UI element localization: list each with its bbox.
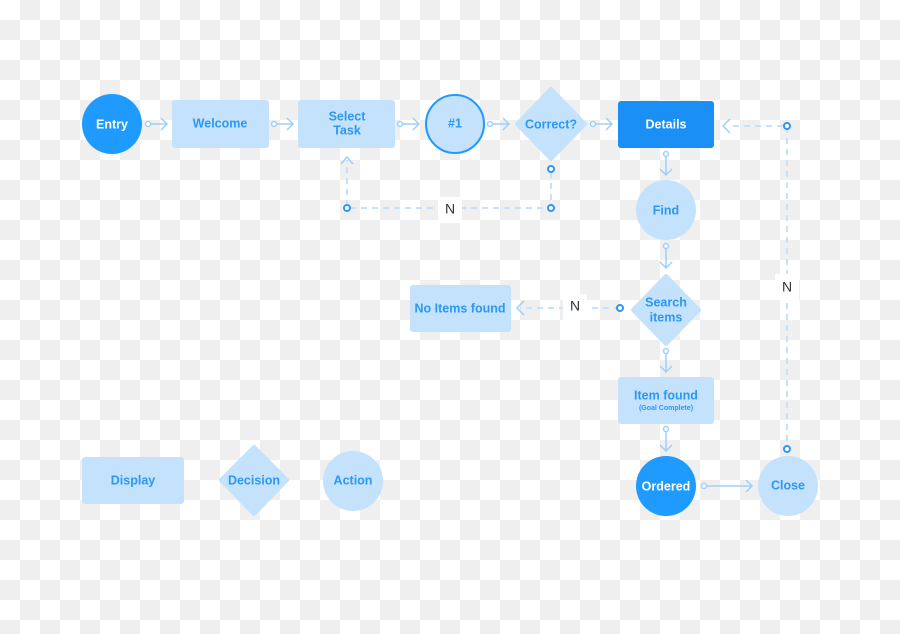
connector-correct-no: N xyxy=(340,155,555,223)
svg-text:Entry: Entry xyxy=(96,117,128,131)
node-no-items-found[interactable]: No Items found xyxy=(410,285,511,332)
svg-text:Display: Display xyxy=(111,473,156,487)
legend-display: Display xyxy=(82,457,184,504)
edge-label-n: N xyxy=(445,201,455,217)
svg-text:Close: Close xyxy=(771,478,805,492)
svg-text:No Items found: No Items found xyxy=(415,301,506,315)
node-ordered[interactable]: Ordered xyxy=(636,456,696,516)
node-step-1[interactable]: #1 xyxy=(425,94,485,154)
node-select-task[interactable]: Select Task xyxy=(298,100,395,148)
legend-decision: Decision xyxy=(219,445,289,516)
node-entry[interactable]: Entry xyxy=(82,94,142,154)
svg-text:Search: Search xyxy=(645,295,687,309)
svg-text:Decision: Decision xyxy=(228,473,280,487)
legend: Display Decision Action xyxy=(82,445,383,516)
flowchart: N N N Entry Welcome Select Task #1 Corre… xyxy=(82,87,818,516)
svg-text:Select: Select xyxy=(329,109,367,123)
node-item-found[interactable]: Item found (Goal Complete) xyxy=(618,377,714,424)
svg-text:#1: #1 xyxy=(448,116,462,130)
connector-close-no: N xyxy=(721,118,799,453)
svg-text:Ordered: Ordered xyxy=(642,479,691,493)
node-details[interactable]: Details xyxy=(618,101,714,148)
edge-label-n: N xyxy=(782,279,792,295)
svg-text:Item found: Item found xyxy=(634,388,698,402)
svg-text:Welcome: Welcome xyxy=(193,116,248,130)
node-search-items-decision[interactable]: Search items xyxy=(631,274,701,346)
node-correct-decision[interactable]: Correct? xyxy=(515,87,587,161)
connector-search-no: N xyxy=(515,294,624,320)
svg-text:items: items xyxy=(650,310,683,324)
svg-text:Find: Find xyxy=(653,203,679,217)
node-find[interactable]: Find xyxy=(636,180,696,240)
node-close[interactable]: Close xyxy=(758,456,818,516)
svg-text:(Goal Complete): (Goal Complete) xyxy=(639,405,693,412)
svg-text:Details: Details xyxy=(646,117,687,131)
node-welcome[interactable]: Welcome xyxy=(172,100,269,148)
svg-text:Action: Action xyxy=(334,473,373,487)
svg-text:Correct?: Correct? xyxy=(525,117,577,131)
edge-label-n: N xyxy=(570,298,580,314)
legend-action: Action xyxy=(323,451,383,511)
svg-text:Task: Task xyxy=(333,123,361,137)
